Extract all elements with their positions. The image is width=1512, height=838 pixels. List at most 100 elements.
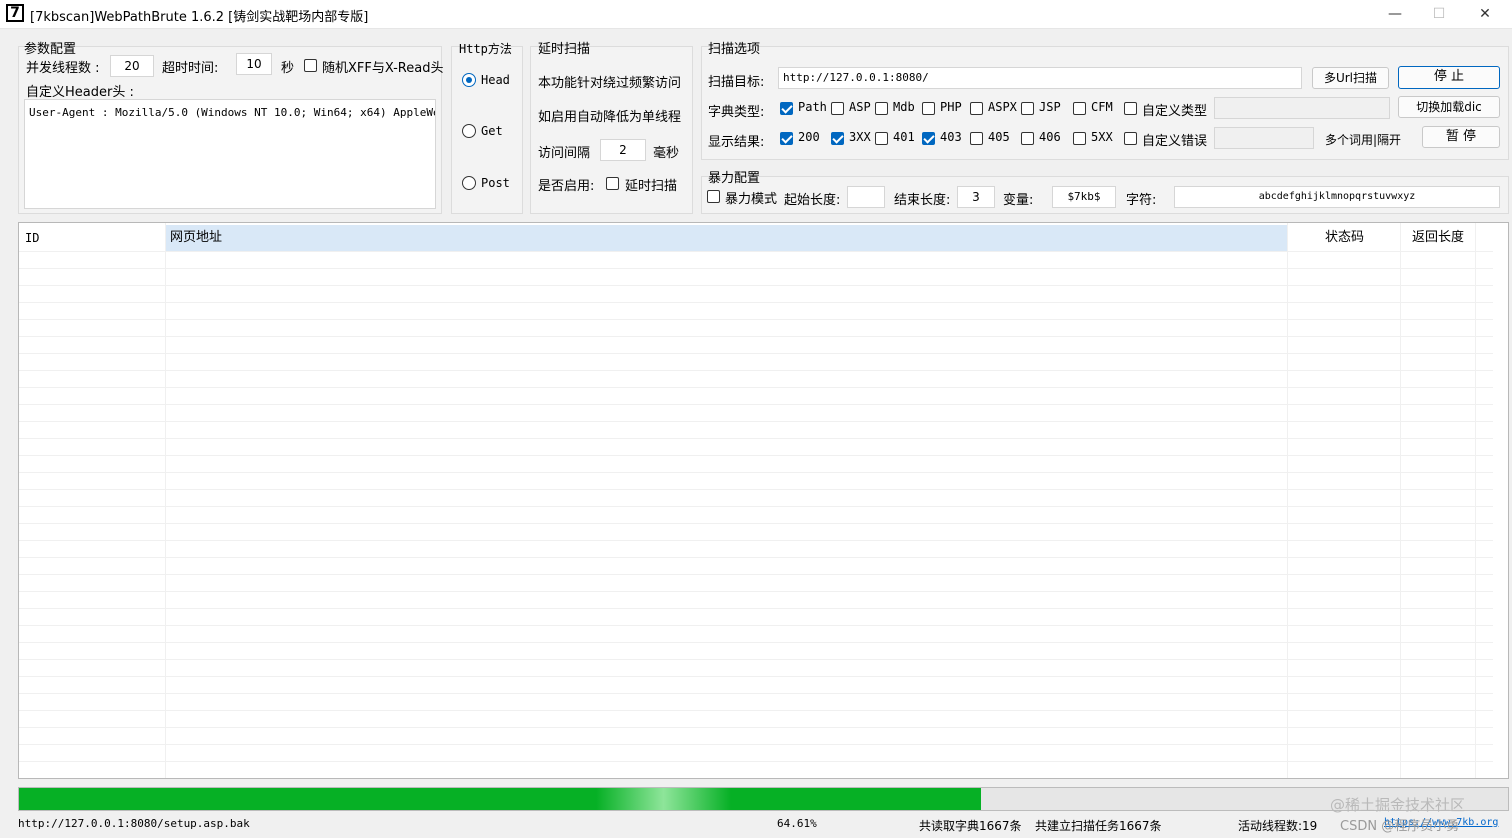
table-row-line [19, 557, 1493, 558]
dict-type-checkbox-6[interactable] [1073, 102, 1086, 115]
brute-mode-checkbox[interactable] [707, 190, 720, 203]
delay-enable-checkbox[interactable] [606, 177, 619, 190]
var-label: 变量: [1003, 193, 1034, 208]
maximize-button[interactable]: ☐ [1416, 0, 1462, 28]
target-input[interactable]: http://127.0.0.1:8080/ [778, 67, 1302, 89]
dict-type-label-2: Mdb [893, 100, 915, 114]
custom-error-input[interactable] [1214, 127, 1314, 149]
status-active-threads: 活动线程数:19 [1238, 819, 1318, 833]
custom-type-input[interactable] [1214, 97, 1390, 119]
interval-label: 访问间隔 [538, 146, 591, 161]
result-code-label-6: 5XX [1091, 130, 1113, 144]
table-row-line [19, 302, 1493, 303]
result-label: 显示结果: [708, 135, 765, 150]
delay-desc1: 本功能针对绕过频繁访问 [538, 76, 682, 91]
table-row-line [19, 285, 1493, 286]
result-code-checkbox-0[interactable] [780, 132, 793, 145]
dict-type-checkbox-7[interactable] [1124, 102, 1137, 115]
end-len-input[interactable]: 3 [957, 186, 995, 208]
interval-unit: 毫秒 [653, 146, 680, 161]
dict-type-checkbox-0[interactable] [780, 102, 793, 115]
result-code-checkbox-3[interactable] [922, 132, 935, 145]
results-table[interactable]: ID 网页地址 状态码 返回长度 [18, 222, 1509, 779]
table-row-line [19, 438, 1493, 439]
table-row-line [19, 336, 1493, 337]
result-code-checkbox-4[interactable] [970, 132, 983, 145]
column-header-url[interactable]: 网页地址 [170, 225, 222, 251]
minimize-button[interactable]: — [1372, 0, 1418, 28]
table-row-line [19, 744, 1493, 745]
head-label: Head [481, 73, 510, 87]
column-header-selected-bg [165, 225, 1287, 251]
result-code-checkbox-1[interactable] [831, 132, 844, 145]
dict-type-label-0: Path [798, 100, 827, 114]
column-header-status[interactable]: 状态码 [1325, 225, 1364, 251]
switch-dic-button[interactable]: 切换加载dic [1398, 96, 1500, 118]
dict-type-label-5: JSP [1039, 100, 1061, 114]
random-xff-checkbox[interactable] [304, 59, 317, 72]
head-radio[interactable] [462, 73, 476, 87]
stop-button[interactable]: 停 止 [1398, 66, 1500, 89]
brute-mode-label: 暴力模式 [725, 192, 778, 207]
table-row-line [19, 489, 1493, 490]
table-row-line [19, 642, 1493, 643]
dict-type-label-6: CFM [1091, 100, 1113, 114]
interval-input[interactable]: 2 [600, 139, 646, 161]
brute-group-label: 暴力配置 [708, 171, 761, 186]
result-code-checkbox-2[interactable] [875, 132, 888, 145]
table-row-line [19, 761, 1493, 762]
table-row-line [19, 319, 1493, 320]
delay-desc2: 如启用自动降低为单线程 [538, 110, 682, 125]
table-column-line [1400, 223, 1401, 778]
table-row-line [19, 370, 1493, 371]
start-len-input[interactable] [847, 186, 885, 208]
close-button[interactable]: ✕ [1462, 0, 1508, 28]
target-label: 扫描目标: [708, 75, 765, 90]
table-column-line [165, 223, 166, 778]
table-row-line [19, 693, 1493, 694]
multi-word-label: 多个词用|隔开 [1325, 133, 1402, 147]
table-column-line [1287, 223, 1288, 778]
result-code-checkbox-7[interactable] [1124, 132, 1137, 145]
chars-input[interactable]: abcdefghijklmnopqrstuvwxyz [1174, 186, 1500, 208]
scan-options-group-label: 扫描选项 [708, 42, 761, 57]
table-row-line [19, 727, 1493, 728]
column-header-length[interactable]: 返回长度 [1412, 225, 1464, 251]
timeout-input[interactable]: 10 [236, 53, 272, 75]
dict-type-checkbox-1[interactable] [831, 102, 844, 115]
var-input[interactable]: $7kb$ [1052, 186, 1116, 208]
get-radio[interactable] [462, 124, 476, 138]
dict-type-checkbox-3[interactable] [922, 102, 935, 115]
status-percent: 64.61% [777, 817, 817, 830]
app-icon: 7 [6, 4, 24, 22]
status-current-url: http://127.0.0.1:8080/setup.asp.bak [18, 817, 250, 830]
dict-type-checkbox-5[interactable] [1021, 102, 1034, 115]
pause-button[interactable]: 暂 停 [1422, 126, 1500, 148]
params-group-label: 参数配置 [24, 42, 77, 57]
table-row-line [19, 778, 1493, 779]
result-code-label-5: 406 [1039, 130, 1061, 144]
start-len-label: 起始长度: [784, 193, 841, 208]
result-code-checkbox-5[interactable] [1021, 132, 1034, 145]
dict-type-checkbox-2[interactable] [875, 102, 888, 115]
threads-input[interactable]: 20 [110, 55, 154, 77]
table-row-line [19, 421, 1493, 422]
post-label: Post [481, 176, 510, 190]
table-row-line [19, 387, 1493, 388]
table-row-line [19, 268, 1493, 269]
dict-type-label-1: ASP [849, 100, 871, 114]
table-row-line [19, 404, 1493, 405]
status-dict-count: 共读取字典1667条 [919, 819, 1022, 833]
multi-url-button[interactable]: 多Url扫描 [1312, 67, 1389, 89]
result-code-label-4: 405 [988, 130, 1010, 144]
column-header-id[interactable]: ID [25, 225, 39, 251]
post-radio[interactable] [462, 176, 476, 190]
header-textarea[interactable]: User-Agent : Mozilla/5.0 (Windows NT 10.… [24, 99, 436, 209]
result-code-label-1: 3XX [849, 130, 871, 144]
end-len-label: 结束长度: [894, 193, 951, 208]
dict-type-checkbox-4[interactable] [970, 102, 983, 115]
table-row-line [19, 574, 1493, 575]
delay-enable-cb-label: 延时扫描 [625, 179, 678, 194]
result-code-checkbox-6[interactable] [1073, 132, 1086, 145]
watermark-line1: @稀土掘金技术社区 [1330, 796, 1466, 814]
